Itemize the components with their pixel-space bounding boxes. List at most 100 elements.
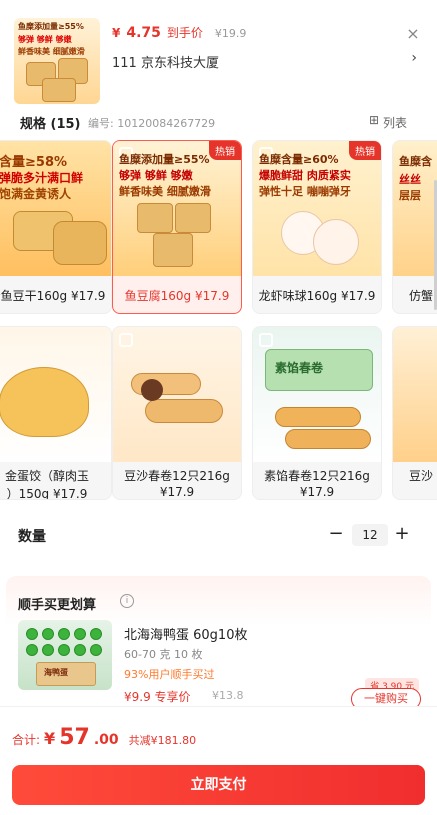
address-text[interactable]: 111 京东科技大厦 [112,52,412,71]
corner-icon [119,333,133,347]
egg-icon [74,644,86,656]
spec-subline: 够弹 够鲜 够嫩 [119,169,193,182]
original-price: ¥19.9 [214,27,247,40]
spec-name: 仿蟹 [409,289,434,303]
red-bean-filling [141,379,163,401]
price-symbol: ¥ [112,26,121,40]
spec-image [113,327,241,462]
bundle-section: 顺手买更划算 i 海鸭蛋 北海海鸭蛋 60g10枚 60-70 克 10 枚 9… [6,576,431,710]
quantity-minus-button[interactable]: − [328,525,344,543]
pay-now-button[interactable]: 立即支付 [12,765,425,805]
spec-name-2: ¥17.9 [159,485,195,499]
bundle-product-spec: 60-70 克 10 枚 [124,648,203,661]
total-discount: 共减¥181.80 [128,734,197,747]
price-row: ¥ 4.75 到手价 ¥19.9 [112,24,246,41]
spec-image [0,327,111,462]
egg-icon [26,628,38,640]
spec-card-selected[interactable]: 热销 鱼糜添加量≥55% 够弹 够鲜 够嫩 鲜香味美 细腻嫩滑 鱼豆腐160g … [112,140,242,314]
total-yen: ¥ [44,729,56,748]
spec-card[interactable]: 热销 鱼糜含量≥60% 爆脆鲜甜 肉质紧实 弹性十足 嘣嘣弹牙 龙虾味球160g… [252,140,382,314]
spec-subline-2: 鲜香味美 细腻嫩滑 [119,185,211,198]
chevron-right-icon[interactable]: › [411,50,417,66]
corner-icon [259,333,273,347]
close-icon[interactable]: × [405,26,421,42]
spec-name-2: ）150g ¥17.9 [6,487,88,500]
spec-card[interactable]: 金蛋饺（醇肉玉 ）150g ¥17.9 [0,326,112,500]
spec-name: 龙虾味球160g ¥17.9 [258,289,376,303]
bundle-product-image: 海鸭蛋 [18,620,112,690]
spec-image: 热销 鱼糜含量≥60% 爆脆鲜甜 肉质紧实 弹性十足 嘣嘣弹牙 [253,141,381,276]
egg-icon [58,644,70,656]
spec-card[interactable]: 鱼糜含 丝丝 层层 仿蟹 [392,140,437,314]
spec-subline-2: 弹性十足 嘣嘣弹牙 [259,185,351,198]
thumb-text-2: 够弹 够鲜 够嫩 [18,35,72,44]
spec-sheet: 鱼糜添加量≥55% 够弹 够鲜 够嫩 鲜香味美 细腻嫩滑 ¥ 4.75 到手价 … [0,0,437,815]
bundle-title: 顺手买更划算 [18,598,97,613]
spec-headline: 含量≥58% [0,155,68,170]
quantity-row: 数量 − 12 + [0,520,437,552]
spec-subline: 爆脆鲜甜 肉质紧实 [259,169,351,182]
list-toggle[interactable]: 列表 [383,114,407,131]
quantity-plus-button[interactable]: + [394,525,410,543]
spec-headline: 鱼糜含量≥60% [259,153,339,166]
spec-subline: 丝丝 [399,173,421,186]
spec-card[interactable]: 豆沙 [392,326,437,500]
product-thumbnail: 鱼糜添加量≥55% 够弹 够鲜 够嫩 鲜香味美 细腻嫩滑 [14,18,100,104]
tofu-cube [175,203,211,233]
bundle-promo-price: ¥9.9 专享价 [124,690,191,704]
sheet-header: 鱼糜添加量≥55% 够弹 够鲜 够嫩 鲜香味美 细腻嫩滑 ¥ 4.75 到手价 … [0,0,437,110]
egg-icon [42,628,54,640]
hot-badge: 热销 [209,141,241,160]
spec-headline: 鱼糜添加量≥55% [119,153,210,166]
total-int: 57 [59,725,90,750]
tofu-cube [137,203,173,233]
total-label: 合计: [12,733,41,747]
spec-name: 全鱼豆干160g ¥17.9 [0,289,106,303]
spec-card[interactable]: 豆沙春卷12只216g ¥17.9 [112,326,242,500]
box-label: 海鸭蛋 [44,668,68,677]
egg-icon [26,644,38,656]
egg-icon [90,644,102,656]
spec-header: 规格 (15) 编号: 10120084267729 ⊞ 列表 [0,110,437,134]
egg-icon [90,628,102,640]
food-shape [53,221,107,265]
total-decimal: .00 [93,732,119,748]
spec-image: 含量≥58% 弹脆多汁满口鲜 饱满金黄诱人 [0,141,111,276]
bundle-product-name[interactable]: 北海海鸭蛋 60g10枚 [124,624,247,643]
spring-roll [275,407,361,427]
thumb-text-1: 鱼糜添加量≥55% [18,22,84,31]
spec-subline: 弹脆多汁满口鲜 [0,171,84,185]
shrimp-ball [313,219,359,265]
tofu-cube [42,78,76,102]
spec-name: 金蛋饺（醇肉玉 [4,469,89,483]
spec-image [393,327,437,462]
egg-dumpling [0,367,89,437]
bottom-bar: 合计: ¥ 57 .00 共减¥181.80 立即支付 [0,706,437,815]
total-row: 合计: ¥ 57 .00 共减¥181.80 [12,725,196,750]
hot-badge: 热销 [349,141,381,160]
quantity-label: 数量 [18,529,46,545]
grid-list-icon[interactable]: ⊞ [369,113,379,127]
spec-subline-2: 饱满金黄诱人 [0,187,72,201]
spec-card[interactable]: 含量≥58% 弹脆多汁满口鲜 饱满金黄诱人 全鱼豆干160g ¥17.9 [0,140,112,314]
info-icon[interactable]: i [120,594,134,608]
spec-code: 编号: 10120084267729 [88,117,216,130]
spec-name: 素馅春卷12只216g [264,469,370,483]
spec-name-2: ¥17.9 [299,485,335,499]
spring-roll [145,399,223,423]
quantity-input[interactable]: 12 [352,524,388,546]
egg-icon [42,644,54,656]
bundle-bought-rate: 93%用户顺手买过 [124,668,215,681]
spec-image: 热销 鱼糜添加量≥55% 够弹 够鲜 够嫩 鲜香味美 细腻嫩滑 [113,141,241,276]
spec-card[interactable]: 素馅春卷 素馅春卷12只216g ¥17.9 [252,326,382,500]
egg-icon [58,628,70,640]
spring-roll [285,429,371,449]
thumb-text-3: 鲜香味美 细腻嫩滑 [18,47,85,56]
spec-name: 鱼豆腐160g ¥17.9 [124,289,230,303]
egg-icon [74,628,86,640]
spec-image: 素馅春卷 [253,327,381,462]
spec-name: 豆沙 [409,469,434,483]
price-amount: 4.75 [126,25,161,41]
spec-label: 规格 (15) [20,117,81,132]
spec-image: 鱼糜含 丝丝 层层 [393,141,437,276]
